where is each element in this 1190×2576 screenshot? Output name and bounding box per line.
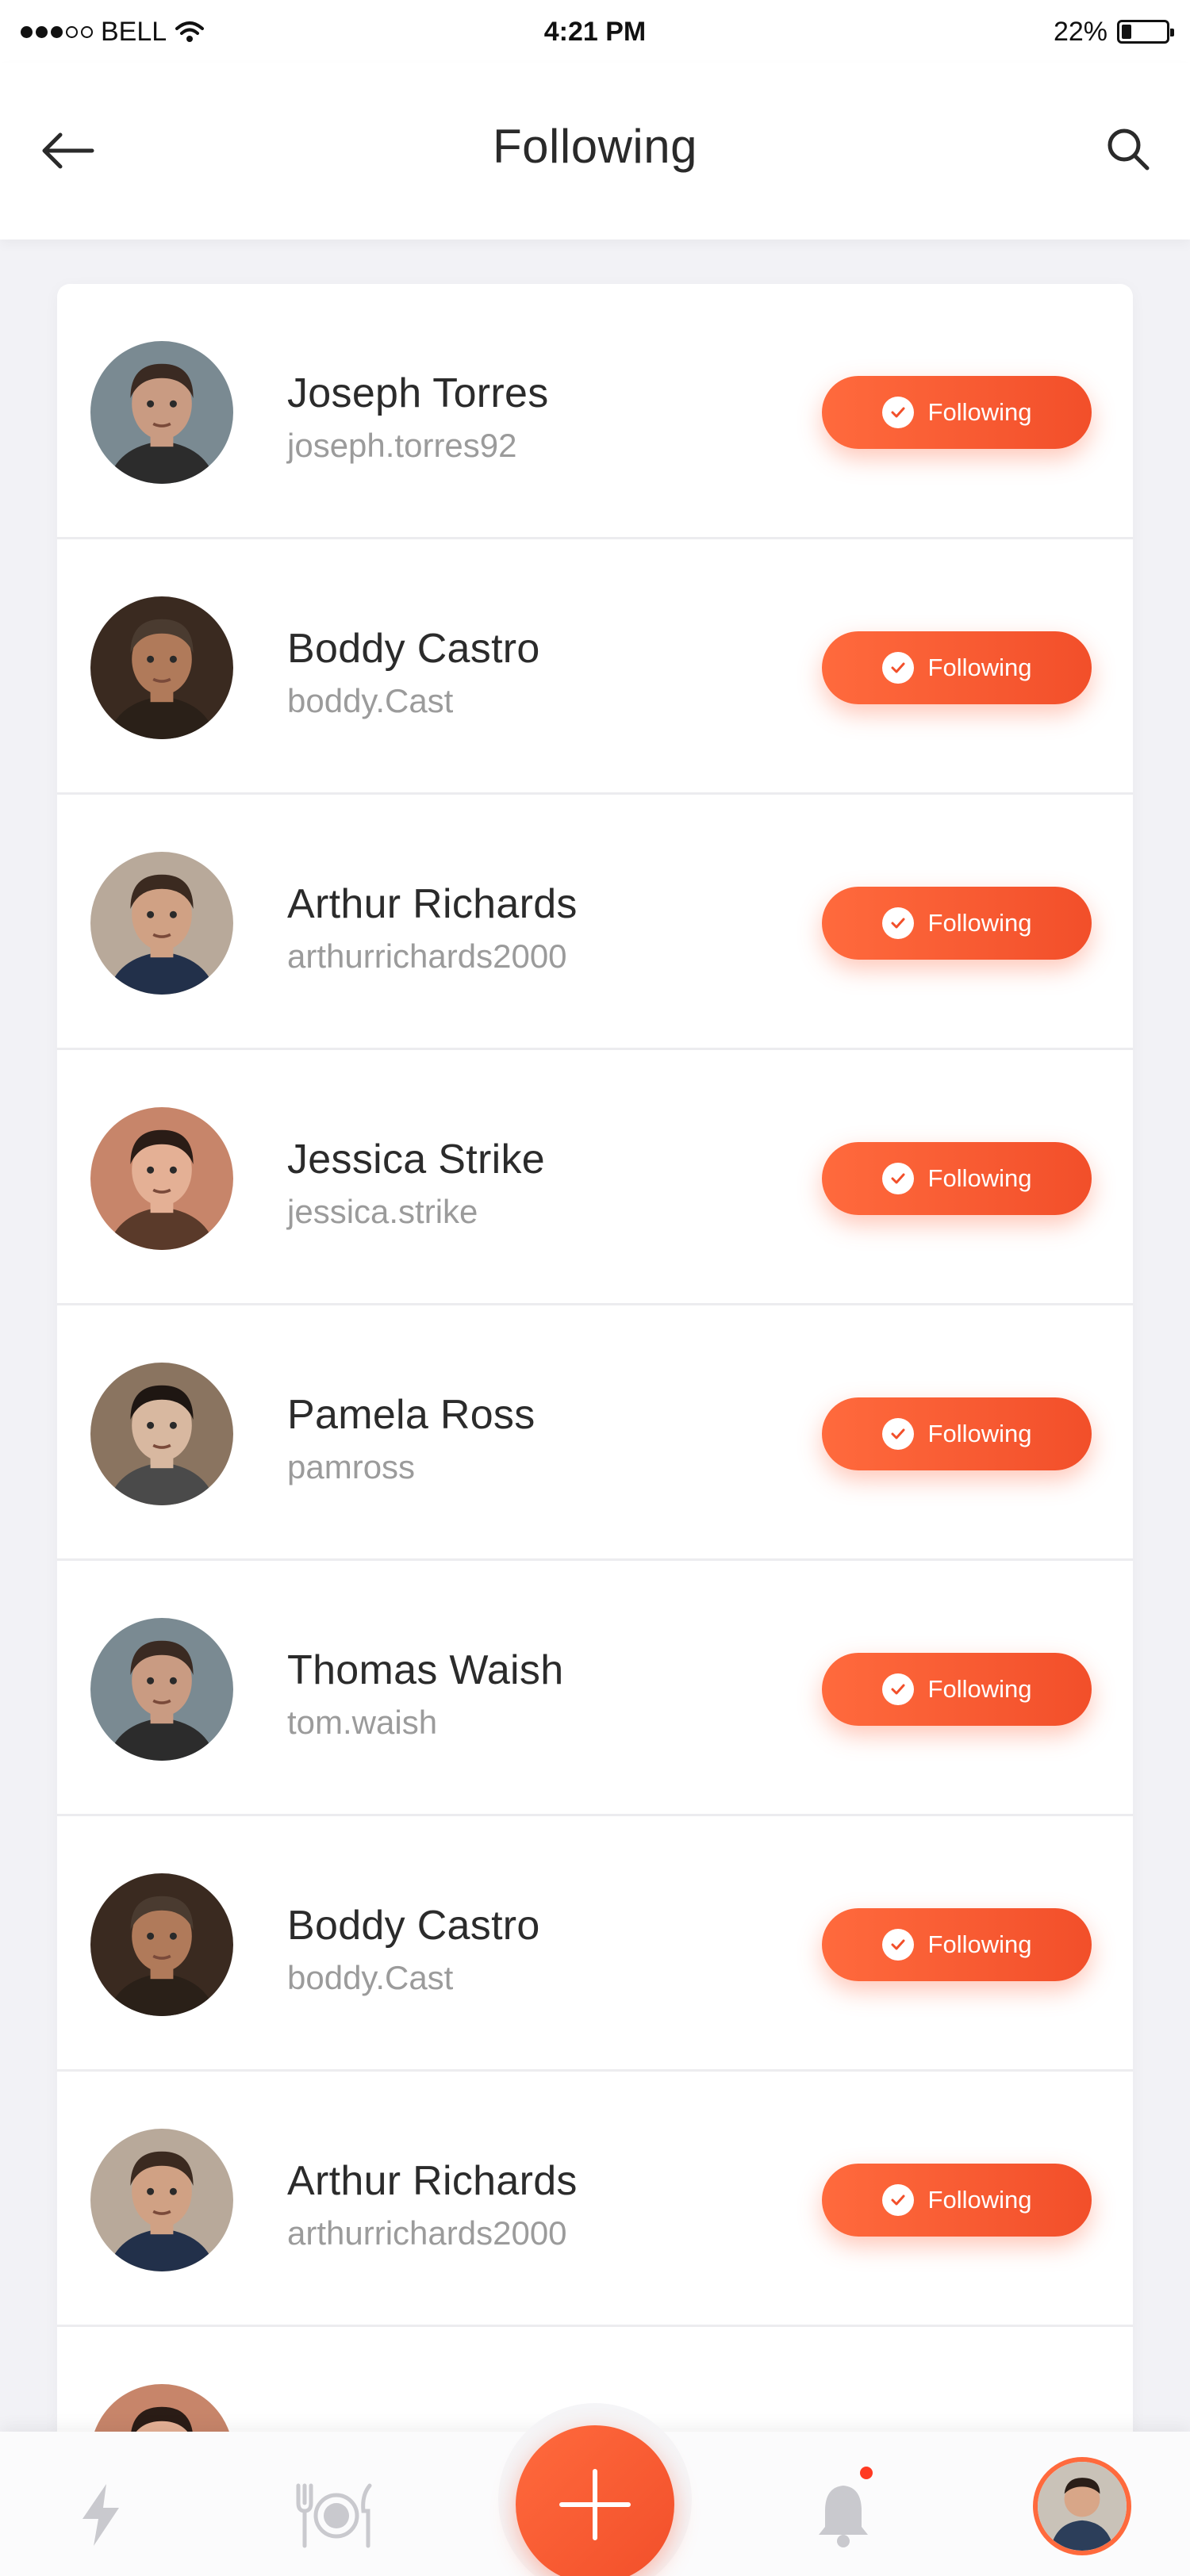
check-icon [881, 1163, 914, 1194]
user-name: Joseph Torres [287, 370, 549, 416]
list-item[interactable]: Thomas Waish tom.waish Following [57, 1561, 1133, 1816]
user-name: Arthur Richards [287, 881, 578, 927]
plus-icon [559, 2469, 631, 2540]
page-title: Following [493, 120, 697, 173]
nav-header: Following [0, 63, 1190, 240]
user-handle: joseph.torres92 [287, 427, 517, 464]
following-button[interactable]: Following [822, 1653, 1092, 1726]
signal-icon [21, 25, 93, 38]
user-name: Boddy Castro [287, 626, 540, 672]
following-button[interactable]: Following [822, 1397, 1092, 1470]
user-handle: arthurrichards2000 [287, 2214, 567, 2252]
check-icon [881, 2184, 914, 2216]
following-button[interactable]: Following [822, 376, 1092, 449]
following-button[interactable]: Following [822, 2164, 1092, 2237]
check-icon [881, 1418, 914, 1450]
profile-avatar[interactable] [1033, 2457, 1131, 2555]
avatar[interactable] [90, 2129, 233, 2271]
list-item[interactable]: Boddy Castro boddy.Cast Following [57, 1816, 1133, 2072]
following-button[interactable]: Following [822, 887, 1092, 960]
following-label: Following [927, 398, 1032, 426]
following-label: Following [927, 1930, 1032, 1958]
user-handle: boddy.Cast [287, 1959, 454, 1996]
following-button[interactable]: Following [822, 631, 1092, 704]
following-label: Following [927, 1420, 1032, 1447]
list-item[interactable]: Jessica Strike jessica.strike Following [57, 1050, 1133, 1305]
wifi-icon [175, 21, 205, 42]
check-icon [881, 907, 914, 939]
carrier-group: BELL [21, 17, 205, 48]
list-item[interactable]: Arthur Richards arthurrichards2000 Follo… [57, 795, 1133, 1050]
following-list: Joseph Torres joseph.torres92 Following … [57, 284, 1133, 2473]
list-item[interactable]: Boddy Castro boddy.Cast Following [57, 539, 1133, 795]
tab-notifications[interactable] [808, 2479, 879, 2551]
lightning-icon [83, 2484, 119, 2546]
avatar[interactable] [90, 1107, 233, 1250]
tab-dining[interactable] [294, 2479, 376, 2551]
search-button[interactable] [1103, 124, 1154, 174]
user-name: Boddy Castro [287, 1903, 540, 1949]
following-label: Following [927, 1164, 1032, 1192]
dining-icon [296, 2483, 372, 2548]
add-button[interactable] [516, 2425, 674, 2576]
check-icon [881, 397, 914, 428]
user-name: Pamela Ross [287, 1392, 536, 1438]
avatar[interactable] [90, 1618, 233, 1761]
user-handle: tom.waish [287, 1704, 438, 1741]
avatar[interactable] [90, 596, 233, 739]
status-bar: BELL 4:21 PM 22% [0, 0, 1190, 63]
user-name: Arthur Richards [287, 2158, 578, 2204]
avatar[interactable] [90, 852, 233, 995]
tab-activity[interactable] [65, 2479, 136, 2551]
user-handle: arthurrichards2000 [287, 937, 567, 975]
user-handle: pamross [287, 1448, 416, 1485]
avatar[interactable] [90, 1873, 233, 2016]
profile-photo [1038, 2462, 1127, 2551]
user-name: Thomas Waish [287, 1647, 564, 1693]
user-handle: jessica.strike [287, 1193, 478, 1230]
battery-group: 22% [1053, 16, 1174, 48]
notification-badge [860, 2467, 873, 2479]
following-label: Following [927, 909, 1032, 937]
carrier-name: BELL [101, 16, 167, 47]
avatar[interactable] [90, 1363, 233, 1505]
bell-icon [819, 2486, 868, 2547]
search-icon [1107, 128, 1150, 171]
following-label: Following [927, 2186, 1032, 2214]
list-item[interactable]: Joseph Torres joseph.torres92 Following [57, 284, 1133, 539]
avatar[interactable] [90, 341, 233, 484]
check-icon [881, 1929, 914, 1961]
battery-icon [1117, 20, 1174, 44]
following-label: Following [927, 654, 1032, 681]
following-button[interactable]: Following [822, 1142, 1092, 1215]
check-icon [881, 1673, 914, 1705]
user-name: Jessica Strike [287, 1137, 545, 1183]
check-icon [881, 652, 914, 684]
user-handle: boddy.Cast [287, 682, 454, 719]
list-item[interactable]: Arthur Richards arthurrichards2000 Follo… [57, 2072, 1133, 2327]
following-button[interactable]: Following [822, 1908, 1092, 1981]
battery-percent: 22% [1053, 16, 1107, 47]
following-label: Following [927, 1675, 1032, 1703]
list-item[interactable]: Pamela Ross pamross Following [57, 1305, 1133, 1561]
